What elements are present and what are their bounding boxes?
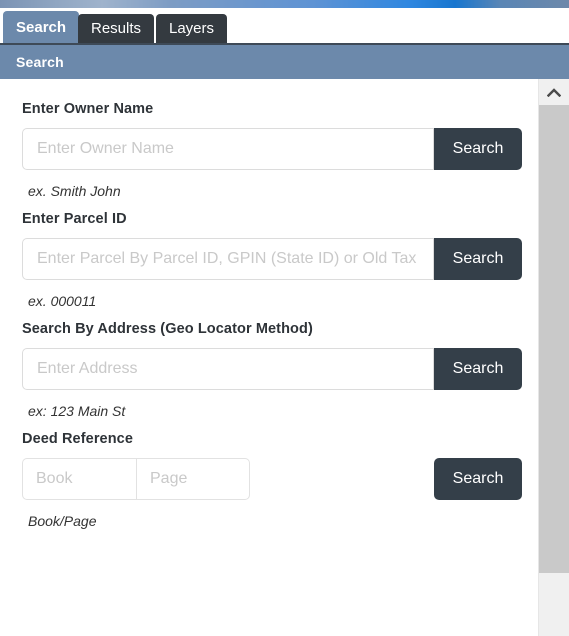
deed-page-input[interactable]	[136, 458, 250, 500]
parcel-id-group: Enter Parcel ID Search ex. 000011	[22, 211, 522, 309]
deed-row-spacer	[250, 458, 434, 500]
panel-header-title: Search	[16, 54, 64, 70]
deed-reference-label: Deed Reference	[22, 431, 134, 447]
deed-reference-group: Deed Reference Search Book/Page	[22, 431, 522, 529]
address-input[interactable]	[22, 348, 434, 390]
deed-reference-hint: Book/Page	[28, 513, 97, 529]
parcel-id-search-button[interactable]: Search	[434, 238, 522, 280]
tab-results[interactable]: Results	[78, 14, 155, 43]
scrollbar-thumb[interactable]	[539, 105, 569, 573]
scroll-up-button[interactable]	[539, 79, 569, 105]
owner-name-search-button[interactable]: Search	[434, 128, 522, 170]
parcel-id-input-row: Search	[22, 238, 522, 280]
owner-name-hint: ex. Smith John	[28, 183, 121, 199]
tab-results-label: Results	[91, 20, 142, 37]
tab-bar: Search Results Layers	[0, 11, 569, 43]
deed-reference-search-button[interactable]: Search	[434, 458, 522, 500]
address-group: Search By Address (Geo Locator Method) S…	[22, 321, 522, 419]
tab-search[interactable]: Search	[3, 11, 80, 43]
address-label: Search By Address (Geo Locator Method)	[22, 321, 313, 337]
owner-name-input[interactable]	[22, 128, 434, 170]
deed-reference-input-row: Search	[22, 458, 522, 500]
search-panel-scroll-pane: Enter Owner Name Search ex. Smith John E…	[0, 79, 569, 636]
address-hint: ex: 123 Main St	[28, 403, 126, 419]
deed-book-input[interactable]	[22, 458, 136, 500]
parcel-id-label: Enter Parcel ID	[22, 211, 127, 227]
tab-layers[interactable]: Layers	[156, 14, 228, 43]
address-search-button[interactable]: Search	[434, 348, 522, 390]
tab-search-label: Search	[16, 18, 67, 36]
owner-name-group: Enter Owner Name Search ex. Smith John	[22, 101, 522, 199]
tab-layers-label: Layers	[169, 20, 215, 37]
panel-header: Search	[0, 43, 569, 79]
owner-name-label: Enter Owner Name	[22, 101, 154, 117]
parcel-id-hint: ex. 000011	[28, 293, 97, 309]
parcel-id-input[interactable]	[22, 238, 434, 280]
address-input-row: Search	[22, 348, 522, 390]
top-banner-strip	[0, 0, 569, 8]
search-form-content: Enter Owner Name Search ex. Smith John E…	[0, 79, 538, 636]
vertical-scrollbar[interactable]	[538, 79, 569, 636]
owner-name-input-row: Search	[22, 128, 522, 170]
chevron-up-icon	[547, 87, 561, 97]
